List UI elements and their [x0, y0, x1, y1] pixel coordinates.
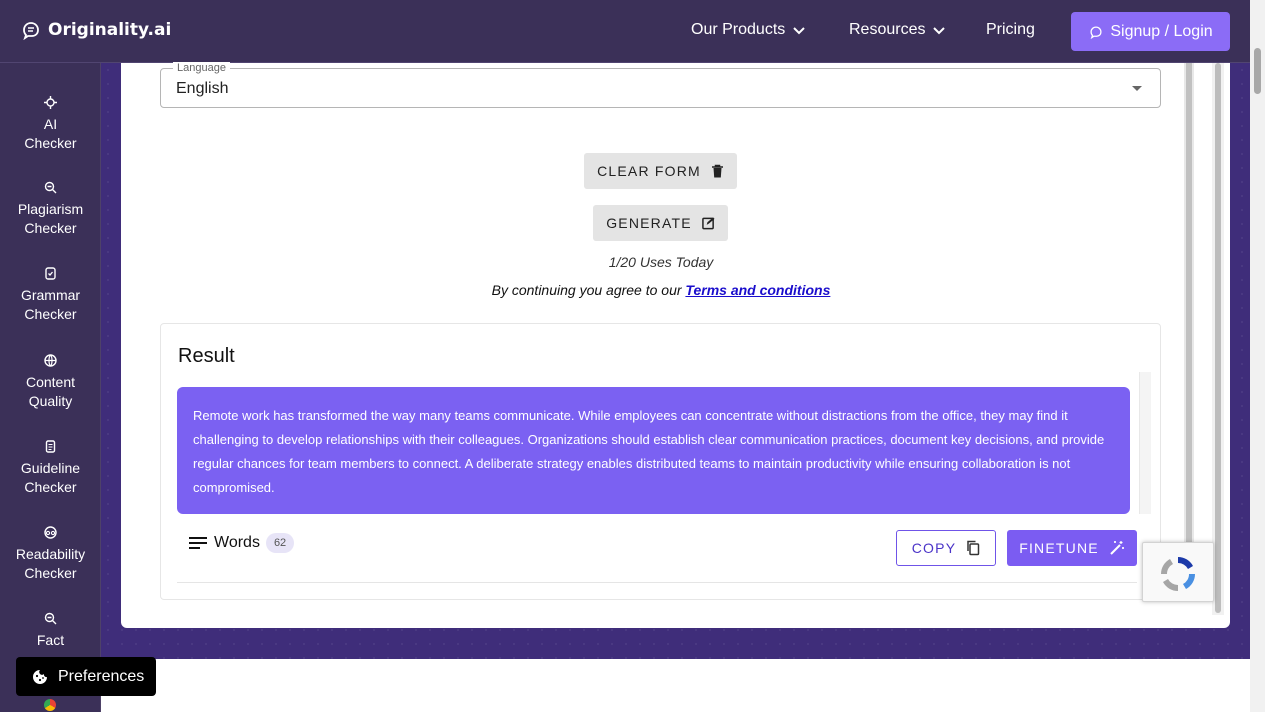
finetune-label: FINETUNE [1019, 540, 1099, 556]
words-label: Words [214, 534, 260, 551]
sidebar-item-content-quality[interactable]: Content Quality [0, 354, 101, 411]
sidebar-item-label: Guideline [20, 460, 81, 476]
preferences-button[interactable]: Preferences [16, 657, 156, 696]
result-text: Remote work has transformed the way many… [177, 387, 1130, 514]
chevron-down-icon [933, 26, 946, 34]
recaptcha-badge[interactable] [1142, 542, 1214, 602]
tools-sidebar: AI Checker Plagiarism Checker Grammar Ch… [0, 63, 101, 712]
result-scrollbar[interactable] [1139, 372, 1151, 514]
nav-our-products-label: Our Products [691, 21, 786, 38]
app-icon [44, 699, 56, 711]
sidebar-item-label: Checker [24, 220, 77, 236]
brand-name: Originality.ai [48, 20, 172, 40]
brain-icon [1090, 25, 1102, 39]
sidebar-item-label: Content [25, 374, 76, 390]
trash-icon [711, 164, 723, 178]
generate-button[interactable]: GENERATE [593, 205, 728, 241]
brand-logo[interactable]: Originality.ai [20, 20, 171, 40]
nav-resources-label: Resources [849, 21, 926, 38]
search-icon [44, 612, 57, 625]
recaptcha-icon [1161, 557, 1195, 591]
search-icon [44, 181, 57, 194]
form-scrollbar[interactable] [1184, 63, 1194, 545]
nav-our-products[interactable]: Our Products [691, 21, 805, 39]
lines-icon [189, 537, 207, 549]
readability-icon [44, 526, 57, 539]
sidebar-item-readability-checker[interactable]: Readability Checker [0, 526, 101, 583]
sidebar-item-grammar-checker[interactable]: Grammar Checker [0, 267, 101, 324]
signup-login-button[interactable]: Signup / Login [1071, 12, 1230, 51]
form-scrollbar-thumb[interactable] [1186, 63, 1192, 545]
grammar-icon [45, 267, 56, 280]
preferences-label: Preferences [58, 667, 145, 685]
page-scrollbar-thumb[interactable] [1254, 48, 1261, 94]
card-scrollbar-thumb[interactable] [1215, 63, 1221, 613]
sidebar-item-label: Quality [28, 393, 73, 409]
chevron-down-icon [793, 26, 805, 34]
sidebar-item-label: Checker [24, 135, 77, 151]
result-divider [177, 582, 1137, 583]
terms-link[interactable]: Terms and conditions [685, 282, 830, 298]
nav-pricing[interactable]: Pricing [986, 21, 1035, 39]
sidebar-item-label: Fact [36, 632, 65, 648]
uses-today: 1/20 Uses Today [608, 254, 714, 270]
language-select[interactable]: Language English [160, 62, 1161, 108]
sidebar-item-label: Checker [24, 306, 77, 322]
sidebar-item-label: Checker [24, 565, 77, 581]
copy-label: COPY [911, 540, 957, 556]
magic-wand-icon [1110, 541, 1124, 555]
edit-icon [701, 217, 715, 230]
cookie-icon [33, 669, 47, 684]
sidebar-item-plagiarism-checker[interactable]: Plagiarism Checker [0, 181, 101, 238]
caret-down-icon [1132, 86, 1142, 91]
page-footer-area [101, 659, 1250, 712]
document-icon [45, 440, 56, 453]
clear-form-label: CLEAR FORM [597, 163, 701, 179]
word-count: Words 62 [188, 533, 295, 553]
sidebar-item-guideline-checker[interactable]: Guideline Checker [0, 440, 101, 497]
language-legend: Language [173, 62, 230, 74]
sidebar-item-ai-checker[interactable]: AI Checker [0, 96, 101, 153]
generate-label: GENERATE [606, 215, 692, 231]
nav-pricing-label: Pricing [986, 21, 1035, 38]
top-navigation: Originality.ai Our Products Resources Pr… [0, 0, 1250, 63]
terms-notice: By continuing you agree to our Terms and… [121, 282, 1201, 298]
nav-resources[interactable]: Resources [849, 21, 946, 39]
clear-form-button[interactable]: CLEAR FORM [584, 153, 737, 189]
ai-checker-icon [44, 96, 57, 109]
card-scrollbar[interactable] [1212, 63, 1224, 615]
sidebar-item-label: Grammar [20, 287, 81, 303]
sidebar-item-label: Checker [24, 479, 77, 495]
brain-icon [23, 22, 39, 40]
sidebar-item-label: Plagiarism [17, 201, 84, 217]
result-panel: Result Remote work has transformed the w… [160, 323, 1161, 600]
globe-icon [44, 354, 57, 367]
result-title: Result [178, 345, 235, 367]
sidebar-item-fact-checker[interactable]: Fact [0, 612, 101, 650]
terms-prefix: By continuing you agree to our [491, 282, 686, 298]
copy-icon [967, 540, 980, 556]
copy-button[interactable]: COPY [896, 530, 996, 566]
page-scrollbar[interactable] [1250, 0, 1265, 712]
signup-login-label: Signup / Login [1110, 22, 1213, 40]
language-value: English [176, 80, 229, 97]
word-count-badge: 62 [265, 533, 295, 553]
finetune-button[interactable]: FINETUNE [1007, 530, 1137, 566]
sidebar-item-label: Readability [15, 546, 86, 562]
sidebar-item-label: AI [43, 116, 58, 132]
